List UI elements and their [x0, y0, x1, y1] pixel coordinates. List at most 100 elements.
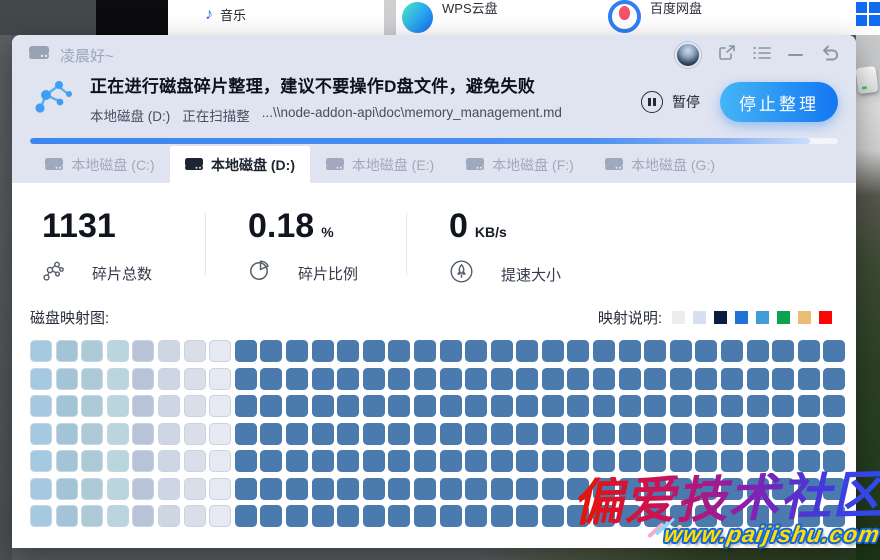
map-cell: [721, 505, 743, 527]
map-cell: [337, 340, 359, 362]
map-cell: [465, 368, 487, 390]
map-cell: [56, 478, 78, 500]
tab-disk-e[interactable]: 本地磁盘 (E:): [310, 146, 450, 183]
map-cell: [158, 340, 180, 362]
map-cell: [619, 368, 641, 390]
map-cell: [721, 340, 743, 362]
map-cell: [337, 423, 359, 445]
stats-row: 1131 碎片总数: [30, 183, 838, 287]
share-icon[interactable]: [718, 45, 736, 66]
map-cell: [747, 395, 769, 417]
map-cell: [286, 340, 308, 362]
map-cell: [414, 340, 436, 362]
map-cell: [312, 423, 334, 445]
map-cell: [56, 368, 78, 390]
map-cell: [209, 478, 231, 500]
map-cell: [30, 368, 52, 390]
map-header: 磁盘映射图: 映射说明:: [30, 307, 838, 328]
titlebar: 凌晨好~: [12, 35, 856, 67]
greeting-title: 凌晨好~: [60, 45, 114, 66]
map-cell: [644, 423, 666, 445]
map-cell: [312, 450, 334, 472]
map-cell: [30, 395, 52, 417]
map-cell: [695, 478, 717, 500]
map-cell: [107, 368, 129, 390]
map-cell: [465, 423, 487, 445]
map-cell: [798, 450, 820, 472]
status-action: 正在扫描整: [182, 105, 250, 125]
map-cell: [388, 368, 410, 390]
map-cell: [30, 478, 52, 500]
map-cell: [644, 395, 666, 417]
map-cell: [772, 368, 794, 390]
banner-title: 正在进行磁盘碎片整理，建议不要操作D盘文件，避免失败: [90, 72, 562, 97]
map-cell: [567, 505, 589, 527]
map-cell: [209, 340, 231, 362]
map-cell: [388, 395, 410, 417]
map-cell: [695, 423, 717, 445]
map-cell: [440, 450, 462, 472]
map-cell: [184, 368, 206, 390]
map-cell: [491, 478, 513, 500]
map-cell: [798, 505, 820, 527]
map-cell: [491, 423, 513, 445]
map-cell: [542, 340, 564, 362]
map-cell: [670, 340, 692, 362]
map-cell: [567, 395, 589, 417]
map-cell: [337, 395, 359, 417]
tab-disk-g[interactable]: 本地磁盘 (G:): [590, 146, 730, 183]
map-cell: [491, 450, 513, 472]
map-cell: [823, 423, 845, 445]
desktop-scrollbar[interactable]: [384, 0, 396, 35]
map-cell: [619, 395, 641, 417]
map-cell: [30, 423, 52, 445]
user-avatar[interactable]: [675, 42, 701, 68]
map-cell: [644, 340, 666, 362]
map-cell: [184, 423, 206, 445]
map-cell: [184, 340, 206, 362]
tab-disk-f[interactable]: 本地磁盘 (F:): [450, 146, 590, 183]
map-cell: [260, 505, 282, 527]
map-cell: [337, 368, 359, 390]
legend-label: 映射说明:: [598, 307, 662, 328]
fragments-icon: [42, 259, 65, 287]
map-cell: [286, 478, 308, 500]
map-cell: [823, 395, 845, 417]
map-cell: [158, 478, 180, 500]
pause-button[interactable]: 暂停: [641, 91, 700, 113]
map-legend: 映射说明:: [598, 307, 832, 328]
task-list-icon[interactable]: [753, 46, 771, 65]
map-cell: [695, 505, 717, 527]
windows-logo-icon[interactable]: [856, 2, 880, 27]
map-cell: [670, 368, 692, 390]
pause-label: 暂停: [672, 92, 700, 112]
tab-disk-c[interactable]: 本地磁盘 (C:): [30, 146, 170, 183]
legend-swatch: [798, 311, 811, 324]
baidu-netdisk-icon[interactable]: [608, 0, 641, 33]
minimize-icon[interactable]: [788, 54, 803, 56]
map-cell: [516, 478, 538, 500]
map-cell: [158, 395, 180, 417]
legend-swatch: [756, 311, 769, 324]
map-cell: [184, 450, 206, 472]
map-cell: [593, 368, 615, 390]
map-cell: [363, 395, 385, 417]
desktop-background-left: [0, 35, 12, 560]
stat-unit: %: [321, 224, 333, 243]
map-cell: [747, 450, 769, 472]
map-cell: [721, 368, 743, 390]
map-cell: [823, 505, 845, 527]
tab-disk-d[interactable]: 本地磁盘 (D:): [170, 146, 310, 183]
map-cell: [132, 368, 154, 390]
back-arrow-icon[interactable]: [820, 44, 840, 66]
map-cell: [772, 505, 794, 527]
map-cell: [56, 340, 78, 362]
stat-fragment-ratio: 0.18 % 碎片比例: [206, 209, 406, 287]
map-cell: [209, 505, 231, 527]
map-cell: [209, 395, 231, 417]
wps-cloud-icon[interactable]: [402, 2, 433, 33]
stop-defrag-button[interactable]: 停止整理: [720, 82, 838, 122]
map-cell: [440, 478, 462, 500]
map-cell: [823, 340, 845, 362]
desktop-icon-music[interactable]: ♪ 音乐: [205, 5, 246, 24]
